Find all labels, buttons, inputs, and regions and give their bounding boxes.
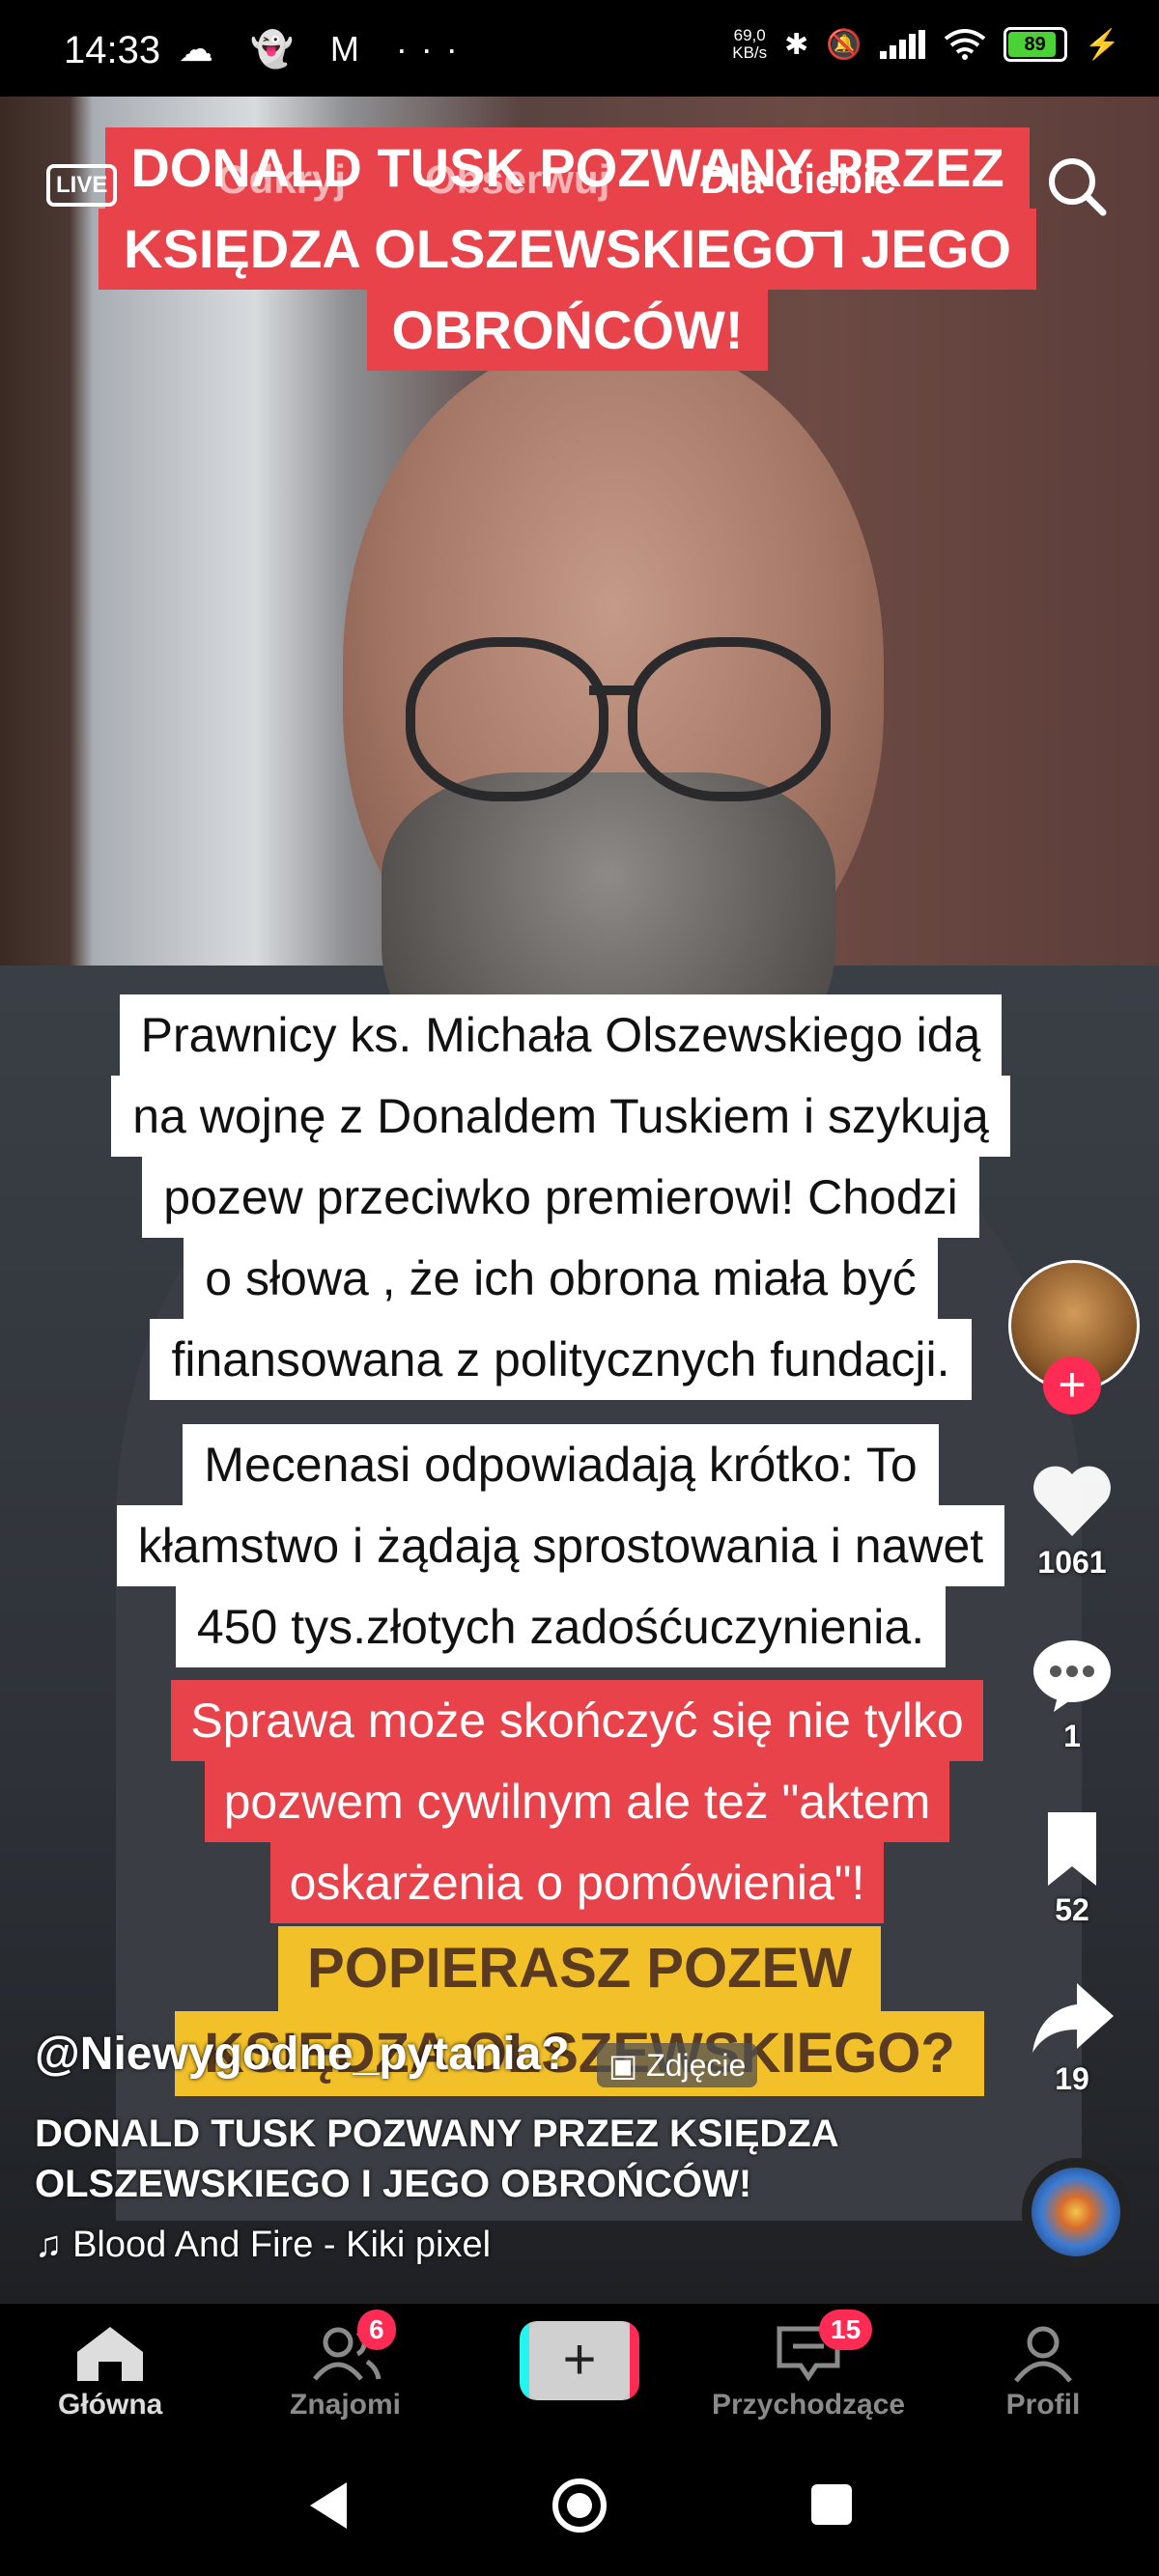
follow-button[interactable]: +: [1043, 1357, 1101, 1414]
overlay-line: pozwem cywilnym ale też "aktem: [204, 1761, 950, 1842]
wifi-icon: [944, 29, 985, 60]
video-title-line: OLSZEWSKIEGO I JEGO OBROŃCÓW!: [35, 2162, 752, 2205]
nav-home[interactable]: Główna: [58, 2323, 162, 2422]
battery-level: 89: [1024, 33, 1046, 55]
like-button[interactable]: 1061: [995, 1463, 1149, 1581]
nav-inbox[interactable]: Przychodzące: [712, 2323, 905, 2422]
like-count: 1061: [1037, 1545, 1107, 1580]
overlay-line: Prawnicy ks. Michała Olszewskiego idą: [119, 994, 1003, 1076]
video-title[interactable]: DONALD TUSK POZWANY PRZEZ KSIĘDZA OLSZEW…: [35, 2109, 981, 2209]
home-circle-icon[interactable]: [551, 2477, 608, 2534]
overlay-line: Sprawa może skończyć się nie tylko: [171, 1680, 983, 1761]
overlay-line: 450 tys.złotych zadośćuczynienia.: [175, 1586, 947, 1667]
music-title: Blood And Fire - Kiki pixel: [72, 2224, 492, 2265]
comment-icon: [1033, 1640, 1111, 1712]
friends-badge: 6: [357, 2310, 396, 2350]
notification-icons: ☁ 👻 M ···: [179, 29, 471, 69]
status-right: 69,0 KB/s ✱ 🔕 89 ⚡: [732, 27, 1120, 62]
system-nav: [0, 2438, 1159, 2576]
banner-line: OBROŃCÓW!: [366, 290, 769, 371]
network-speed: 69,0 KB/s: [732, 26, 768, 62]
glasses-bridge: [589, 686, 637, 695]
status-time: 14:33: [64, 29, 161, 71]
tab-odkryj[interactable]: Odkryj: [217, 156, 346, 203]
music-disc[interactable]: [1022, 2158, 1130, 2266]
plus-icon: +: [529, 2321, 630, 2400]
overlay-line: POPIERASZ POZEW: [278, 1926, 881, 2011]
video-title-line: DONALD TUSK POZWANY PRZEZ KSIĘDZA: [35, 2112, 839, 2155]
nav-profile[interactable]: Profil: [1004, 2323, 1082, 2422]
mute-icon: 🔕: [826, 28, 862, 61]
video-caption: @Niewygodne_pytania? ▣ Zdjęcie DONALD TU…: [35, 2028, 981, 2266]
bookmark-icon: [1048, 1812, 1096, 1886]
comment-button[interactable]: 1: [995, 1637, 1149, 1754]
overlay-text-block-2: Mecenasi odpowiadają krótko: To kłamstwo…: [46, 1424, 1075, 1667]
active-tab-indicator: [790, 232, 838, 237]
back-icon[interactable]: [304, 2478, 353, 2533]
overlay-line: finansowana z politycznych fundacji.: [150, 1319, 972, 1400]
overlay-text-block: Prawnicy ks. Michała Olszewskiego idą na…: [46, 994, 1075, 1400]
inbox-badge: 15: [819, 2310, 873, 2350]
home-icon: [77, 2327, 144, 2381]
overlay-line: na wojnę z Donaldem Tuskiem i szykują: [111, 1076, 1010, 1157]
share-button[interactable]: 19: [995, 1979, 1149, 2097]
battery-icon: 89: [1003, 27, 1067, 62]
charging-icon: ⚡: [1084, 28, 1120, 61]
creator-username[interactable]: @Niewygodne_pytania?: [35, 2028, 570, 2081]
save-button[interactable]: 52: [995, 1810, 1149, 1928]
comment-count: 1: [1063, 1719, 1081, 1753]
profile-icon: [1014, 2326, 1072, 2383]
tab-dla-ciebie[interactable]: Dla Ciebie: [700, 156, 896, 203]
status-bar: 14:33 ☁ 👻 M ··· 69,0 KB/s ✱ 🔕 89 ⚡: [0, 0, 1159, 97]
search-icon[interactable]: [1043, 153, 1111, 220]
overlay-line: pozew przeciwko premierowi! Chodzi: [142, 1157, 979, 1238]
overlay-line: Mecenasi odpowiadają krótko: To: [183, 1424, 939, 1505]
music-note-icon: ♫: [35, 2224, 63, 2265]
overlay-line: o słowa , że ich obrona miała być: [184, 1238, 938, 1319]
live-button[interactable]: LIVE: [46, 164, 118, 207]
overlay-line: kłamstwo i żądają sprostowania i nawet: [116, 1505, 1005, 1586]
photo-badge: ▣ Zdjęcie: [597, 2042, 758, 2087]
save-count: 52: [1055, 1892, 1089, 1927]
share-icon: [1032, 1983, 1114, 2053]
nav-home-label: Główna: [58, 2389, 163, 2421]
create-button[interactable]: +: [520, 2321, 639, 2400]
share-count: 19: [1055, 2061, 1089, 2096]
tab-obserwuj[interactable]: Obserwuj: [425, 156, 609, 203]
bottom-nav: Główna Znajomi 6 + Przychodzące 15 Profi…: [0, 2303, 1159, 2439]
glasses-right: [628, 637, 831, 801]
top-nav: LIVE Odkryj Obserwuj Dla Ciebie: [0, 145, 1159, 237]
heart-icon: [1033, 1466, 1111, 1536]
glasses-left: [406, 637, 608, 801]
overlay-red-block: Sprawa może skończyć się nie tylko pozwe…: [101, 1680, 1053, 1923]
nav-inbox-label: Przychodzące: [712, 2389, 906, 2421]
nav-profile-label: Profil: [1005, 2389, 1081, 2421]
overlay-line: oskarżenia o pomówienia"!: [269, 1842, 885, 1923]
nav-friends-label: Znajomi: [290, 2389, 402, 2421]
signal-icon: [879, 30, 925, 59]
recents-icon[interactable]: [809, 2482, 854, 2527]
bluetooth-icon: ✱: [784, 28, 809, 61]
photo-badge-label: Zdjęcie: [646, 2047, 747, 2083]
music-info[interactable]: ♫ Blood And Fire - Kiki pixel: [35, 2225, 981, 2266]
photo-icon: ▣: [608, 2047, 638, 2083]
